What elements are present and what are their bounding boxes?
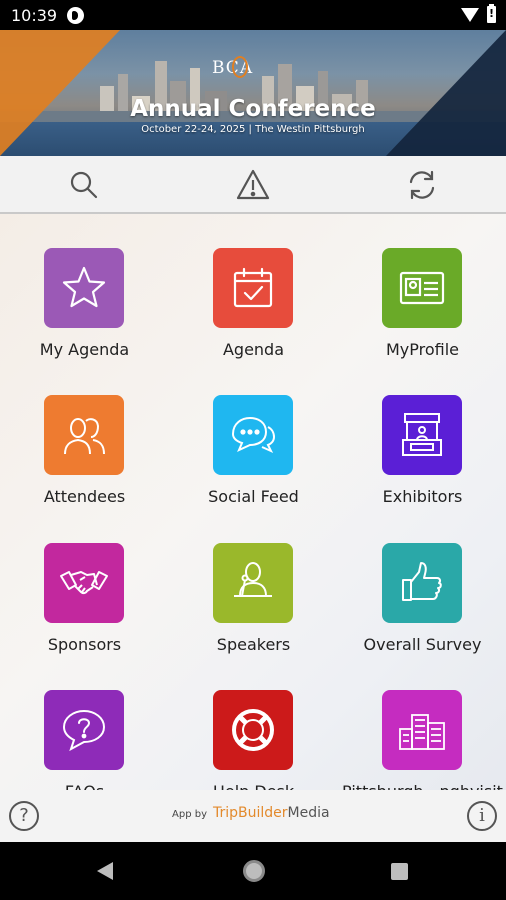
app-footer: ? App by TripBuilderMedia i bbox=[0, 790, 506, 842]
brand-part-1: TripBuilder bbox=[213, 805, 288, 821]
tile-label: Overall Survey bbox=[363, 635, 482, 654]
help-icon[interactable]: ? bbox=[9, 801, 39, 831]
module-grid: My Agenda Agenda MyProfile Attendees Soc… bbox=[0, 214, 506, 802]
tile-label: My Agenda bbox=[39, 340, 130, 359]
chat-bubbles-icon bbox=[231, 416, 276, 454]
info-icon[interactable]: i bbox=[467, 801, 497, 831]
brand-part-2: Media bbox=[287, 805, 330, 821]
tile-exhibitors[interactable]: Exhibitors bbox=[338, 361, 506, 508]
conference-title: Annual Conference bbox=[130, 96, 376, 122]
tile-label: MyProfile bbox=[385, 340, 460, 359]
logo-ring-mark bbox=[232, 56, 248, 78]
calendar-check-icon bbox=[233, 267, 273, 308]
conference-subtitle: October 22-24, 2025 | The Westin Pittsbu… bbox=[141, 124, 365, 135]
social-feed-icon-box bbox=[213, 395, 293, 475]
tile-label: Attendees bbox=[43, 487, 126, 506]
tile-social-feed[interactable]: Social Feed bbox=[169, 361, 338, 508]
tile-label: Agenda bbox=[222, 340, 285, 359]
battery-alert-icon bbox=[487, 4, 496, 23]
tripbuildermedia-logo: TripBuilderMedia bbox=[213, 805, 330, 821]
tile-myprofile[interactable]: MyProfile bbox=[338, 214, 506, 361]
home-icon[interactable] bbox=[243, 860, 265, 882]
tile-pittsburgh[interactable]: Pittsburgh - pghvisit bbox=[338, 656, 506, 802]
myprofile-icon-box bbox=[382, 248, 462, 328]
status-time: 10:39 bbox=[11, 6, 58, 25]
tile-label: Social Feed bbox=[208, 487, 299, 506]
tile-my-agenda[interactable]: My Agenda bbox=[0, 214, 169, 361]
system-nav-bar bbox=[0, 842, 506, 900]
pittsburgh-icon-box bbox=[382, 690, 462, 770]
search-icon[interactable] bbox=[66, 167, 102, 203]
attendees-icon-box bbox=[44, 395, 124, 475]
refresh-icon[interactable] bbox=[404, 167, 440, 203]
orange-accent-shape bbox=[0, 30, 120, 156]
city-buildings-icon bbox=[399, 714, 445, 750]
question-bubble-icon bbox=[62, 709, 106, 752]
overall-survey-icon-box bbox=[382, 543, 462, 623]
app-by-label: App by bbox=[172, 809, 207, 820]
navy-accent-shape bbox=[386, 30, 506, 156]
id-card-icon bbox=[399, 271, 445, 305]
tile-help-desk[interactable]: Help Desk bbox=[169, 656, 338, 802]
thumbs-up-icon bbox=[402, 562, 442, 601]
tile-label: Exhibitors bbox=[382, 487, 463, 506]
help-desk-icon-box bbox=[213, 690, 293, 770]
tile-overall-survey[interactable]: Overall Survey bbox=[338, 509, 506, 656]
handshake-icon bbox=[60, 571, 108, 595]
sponsors-icon-box bbox=[44, 543, 124, 623]
tile-faqs[interactable]: FAQs bbox=[0, 656, 169, 802]
tile-label: Speakers bbox=[216, 635, 291, 654]
tile-label: Sponsors bbox=[47, 635, 122, 654]
tile-speakers[interactable]: Speakers bbox=[169, 509, 338, 656]
booth-icon bbox=[402, 413, 442, 456]
conference-banner: BCA Annual Conference October 22-24, 202… bbox=[0, 30, 506, 156]
agenda-icon-box bbox=[213, 248, 293, 328]
star-icon bbox=[62, 266, 106, 308]
action-toolbar bbox=[0, 156, 506, 214]
people-icon bbox=[64, 418, 105, 455]
speaker-icon bbox=[234, 562, 272, 597]
back-icon[interactable] bbox=[97, 862, 113, 880]
notification-icon bbox=[67, 7, 84, 24]
speakers-icon-box bbox=[213, 543, 293, 623]
alert-triangle-icon[interactable] bbox=[235, 167, 271, 203]
status-bar: 10:39 bbox=[0, 0, 506, 30]
tile-agenda[interactable]: Agenda bbox=[169, 214, 338, 361]
exhibitors-icon-box bbox=[382, 395, 462, 475]
faqs-icon-box bbox=[44, 690, 124, 770]
tile-sponsors[interactable]: Sponsors bbox=[0, 509, 169, 656]
tile-attendees[interactable]: Attendees bbox=[0, 361, 169, 508]
recent-apps-icon[interactable] bbox=[391, 863, 408, 880]
my-agenda-icon-box bbox=[44, 248, 124, 328]
lifebuoy-icon bbox=[232, 709, 274, 751]
wifi-icon bbox=[461, 8, 479, 22]
